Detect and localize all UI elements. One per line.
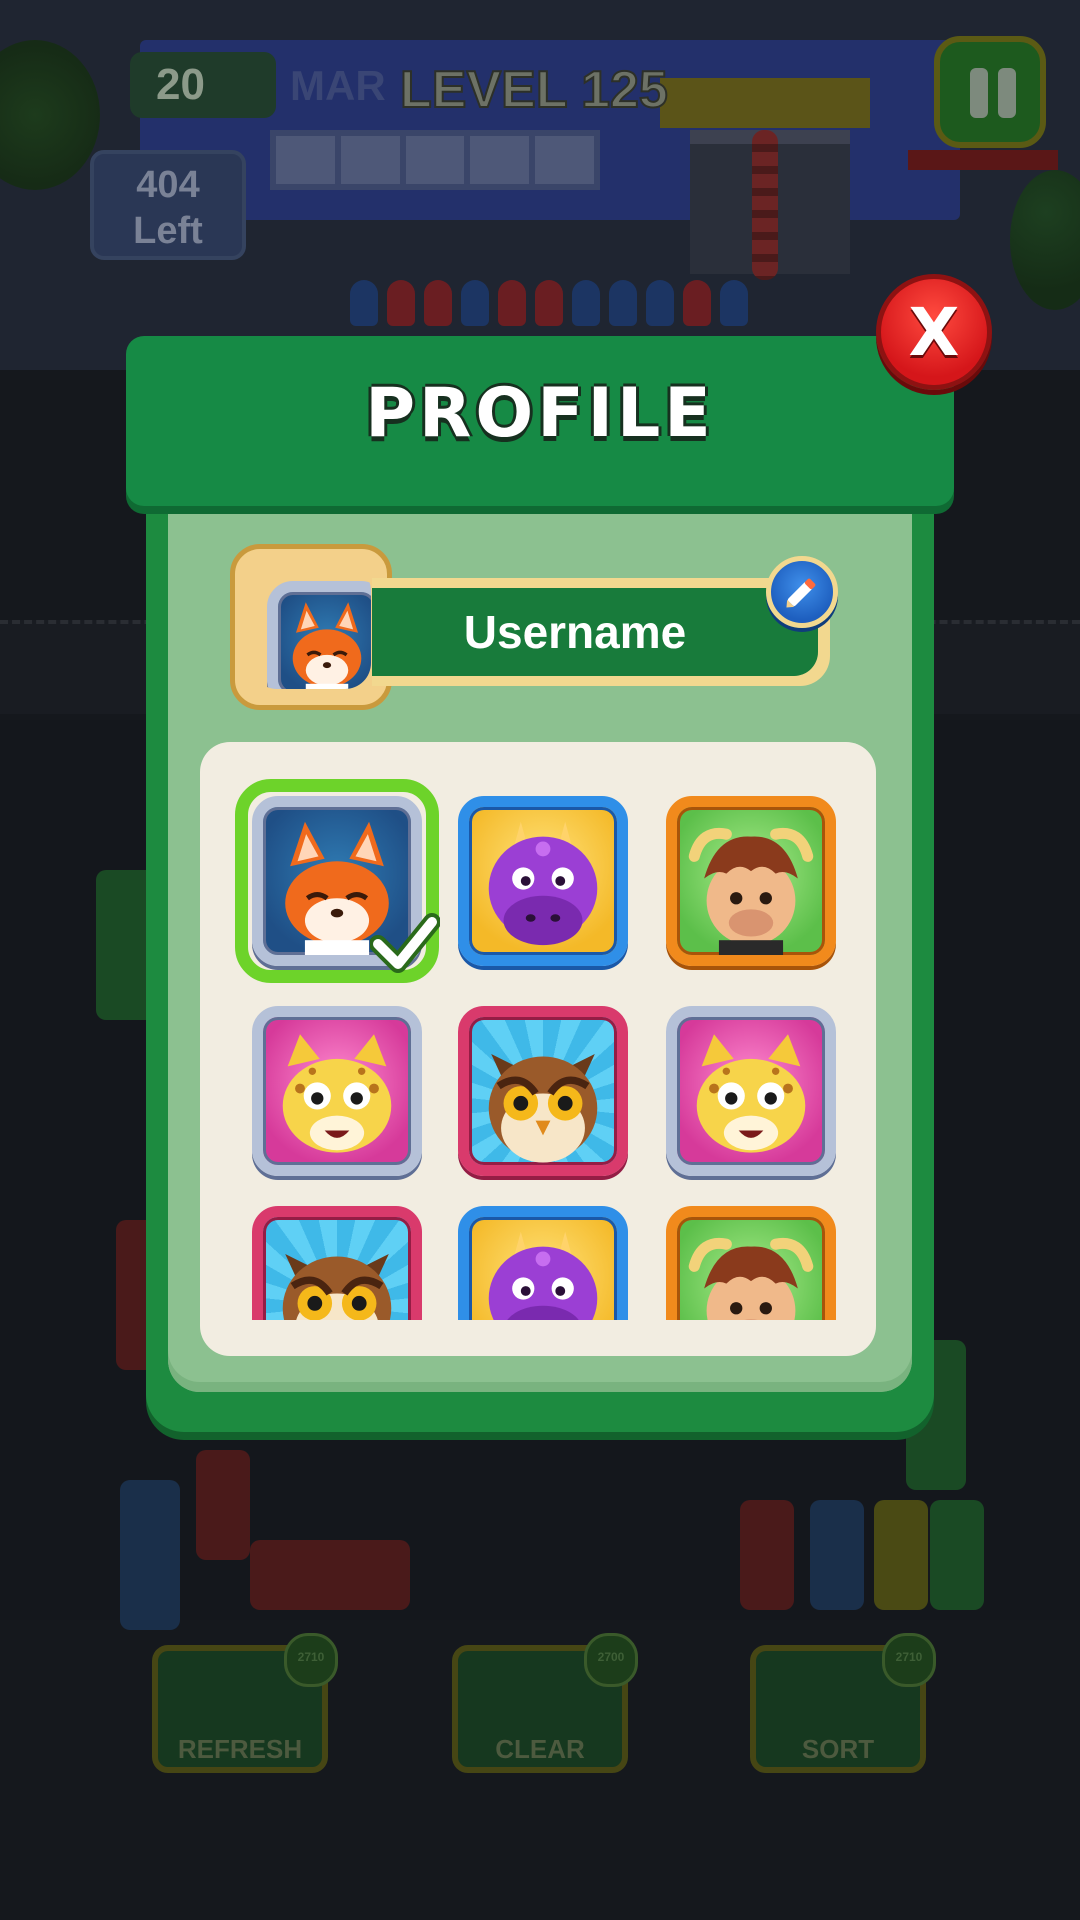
yak-avatar-icon bbox=[666, 796, 836, 966]
current-avatar bbox=[230, 544, 392, 710]
fox-avatar-option[interactable] bbox=[235, 779, 440, 983]
owl-avatar-option[interactable] bbox=[252, 1206, 422, 1320]
level-label: LEVEL 125 bbox=[399, 60, 669, 120]
edit-username-button[interactable] bbox=[766, 556, 838, 628]
leopard-avatar-option[interactable] bbox=[252, 1006, 422, 1176]
pause-button[interactable] bbox=[934, 36, 1046, 148]
leopard-avatar-icon bbox=[252, 1006, 422, 1176]
close-icon: X bbox=[908, 293, 960, 371]
dragon-avatar-option[interactable] bbox=[458, 796, 628, 966]
booster-label: SORT bbox=[801, 1734, 875, 1764]
awning bbox=[660, 78, 870, 128]
checkmark-icon bbox=[370, 913, 440, 973]
booster-label: REFRESH bbox=[177, 1734, 303, 1764]
refresh-booster-button[interactable]: 2710 REFRESH bbox=[152, 1633, 338, 1773]
close-button[interactable]: X bbox=[876, 274, 992, 390]
dragon-avatar-option[interactable] bbox=[458, 1206, 628, 1320]
avatar-grid bbox=[200, 742, 876, 1320]
username-label: Username bbox=[372, 588, 818, 676]
fox-avatar-icon bbox=[251, 565, 371, 689]
red-bar bbox=[908, 150, 1058, 170]
modal-title: PROFILE bbox=[365, 374, 715, 453]
yak-avatar-option[interactable] bbox=[666, 796, 836, 966]
leopard-avatar-icon bbox=[666, 1006, 836, 1176]
passenger-queue bbox=[752, 130, 778, 280]
owl-avatar-icon bbox=[458, 1006, 628, 1176]
clear-booster-button[interactable]: 2700 CLEAR bbox=[452, 1633, 638, 1773]
remaining-count: 404 bbox=[136, 164, 200, 206]
pencil-icon bbox=[786, 578, 816, 608]
leopard-avatar-option[interactable] bbox=[666, 1006, 836, 1176]
sort-booster-button[interactable]: 2710 SORT bbox=[750, 1633, 936, 1773]
mart-sign: MAR bbox=[290, 62, 386, 109]
avatar-grid-panel bbox=[200, 742, 876, 1356]
waiting-passengers bbox=[350, 280, 748, 326]
booster-label: CLEAR bbox=[495, 1734, 585, 1764]
modal-header: PROFILE bbox=[126, 336, 954, 506]
yak-avatar-icon bbox=[666, 1206, 836, 1320]
dragon-avatar-icon bbox=[458, 1206, 628, 1320]
yak-avatar-option[interactable] bbox=[666, 1206, 836, 1320]
owl-avatar-icon bbox=[252, 1206, 422, 1320]
booster-cost-badge: 2700 bbox=[584, 1633, 638, 1687]
owl-avatar-option[interactable] bbox=[458, 1006, 628, 1176]
booster-cost-badge: 2710 bbox=[882, 1633, 936, 1687]
username-bar: Username bbox=[372, 578, 830, 686]
remaining-counter: 404 Left bbox=[90, 150, 246, 260]
remaining-label: Left bbox=[133, 210, 203, 252]
dragon-avatar-icon bbox=[458, 796, 628, 966]
coin-counter: 20 bbox=[130, 52, 276, 118]
booster-cost-badge: 2710 bbox=[284, 1633, 338, 1687]
